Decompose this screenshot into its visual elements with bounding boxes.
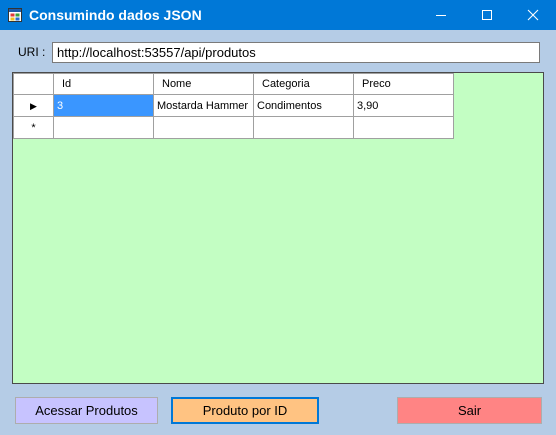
column-header-categoria[interactable]: Categoria <box>253 73 354 95</box>
minimize-button[interactable] <box>418 0 464 30</box>
header-row: Id Nome Categoria Preco <box>13 73 454 95</box>
maximize-button[interactable] <box>464 0 510 30</box>
row-header-new[interactable]: * <box>13 116 54 139</box>
uri-input[interactable] <box>52 42 540 63</box>
new-cell-preco[interactable] <box>353 116 454 139</box>
new-row[interactable]: * <box>13 116 454 139</box>
main-window: Consumindo dados JSON URI : http://local… <box>0 0 556 435</box>
window-title: Consumindo dados JSON <box>29 7 202 23</box>
new-cell-nome[interactable] <box>153 116 254 139</box>
column-header-nome[interactable]: Nome <box>153 73 254 95</box>
cell-id[interactable]: 3 <box>53 94 154 117</box>
new-cell-categoria[interactable] <box>253 116 354 139</box>
title-bar[interactable]: Consumindo dados JSON <box>0 0 556 30</box>
close-icon <box>527 9 539 21</box>
cell-nome[interactable]: Mostarda Hammer <box>153 94 254 117</box>
close-button[interactable] <box>510 0 556 30</box>
minimize-icon <box>436 15 446 16</box>
acessar-produtos-button[interactable]: Acessar Produtos <box>15 397 158 424</box>
table-row[interactable]: ▶ 3 Mostarda Hammer Condimentos 3,90 <box>13 94 454 117</box>
produto-por-id-button[interactable]: Produto por ID <box>171 397 319 424</box>
current-row-arrow-icon: ▶ <box>30 100 37 111</box>
products-table: Id Nome Categoria Preco ▶ 3 Mostarda Ham… <box>13 73 454 139</box>
cell-preco[interactable]: 3,90 <box>353 94 454 117</box>
maximize-icon <box>482 10 492 20</box>
products-datagrid[interactable]: Id Nome Categoria Preco ▶ 3 Mostarda Ham… <box>12 72 544 384</box>
top-left-header-cell[interactable] <box>13 73 54 95</box>
new-row-asterisk-icon: * <box>31 121 36 134</box>
new-cell-id[interactable] <box>53 116 154 139</box>
uri-label: URI : <box>18 45 46 59</box>
column-header-preco[interactable]: Preco <box>353 73 454 95</box>
row-header-current[interactable]: ▶ <box>13 94 54 117</box>
sair-button[interactable]: Sair <box>397 397 542 424</box>
column-header-id[interactable]: Id <box>53 73 154 95</box>
winforms-app-icon <box>8 8 22 22</box>
cell-categoria[interactable]: Condimentos <box>253 94 354 117</box>
